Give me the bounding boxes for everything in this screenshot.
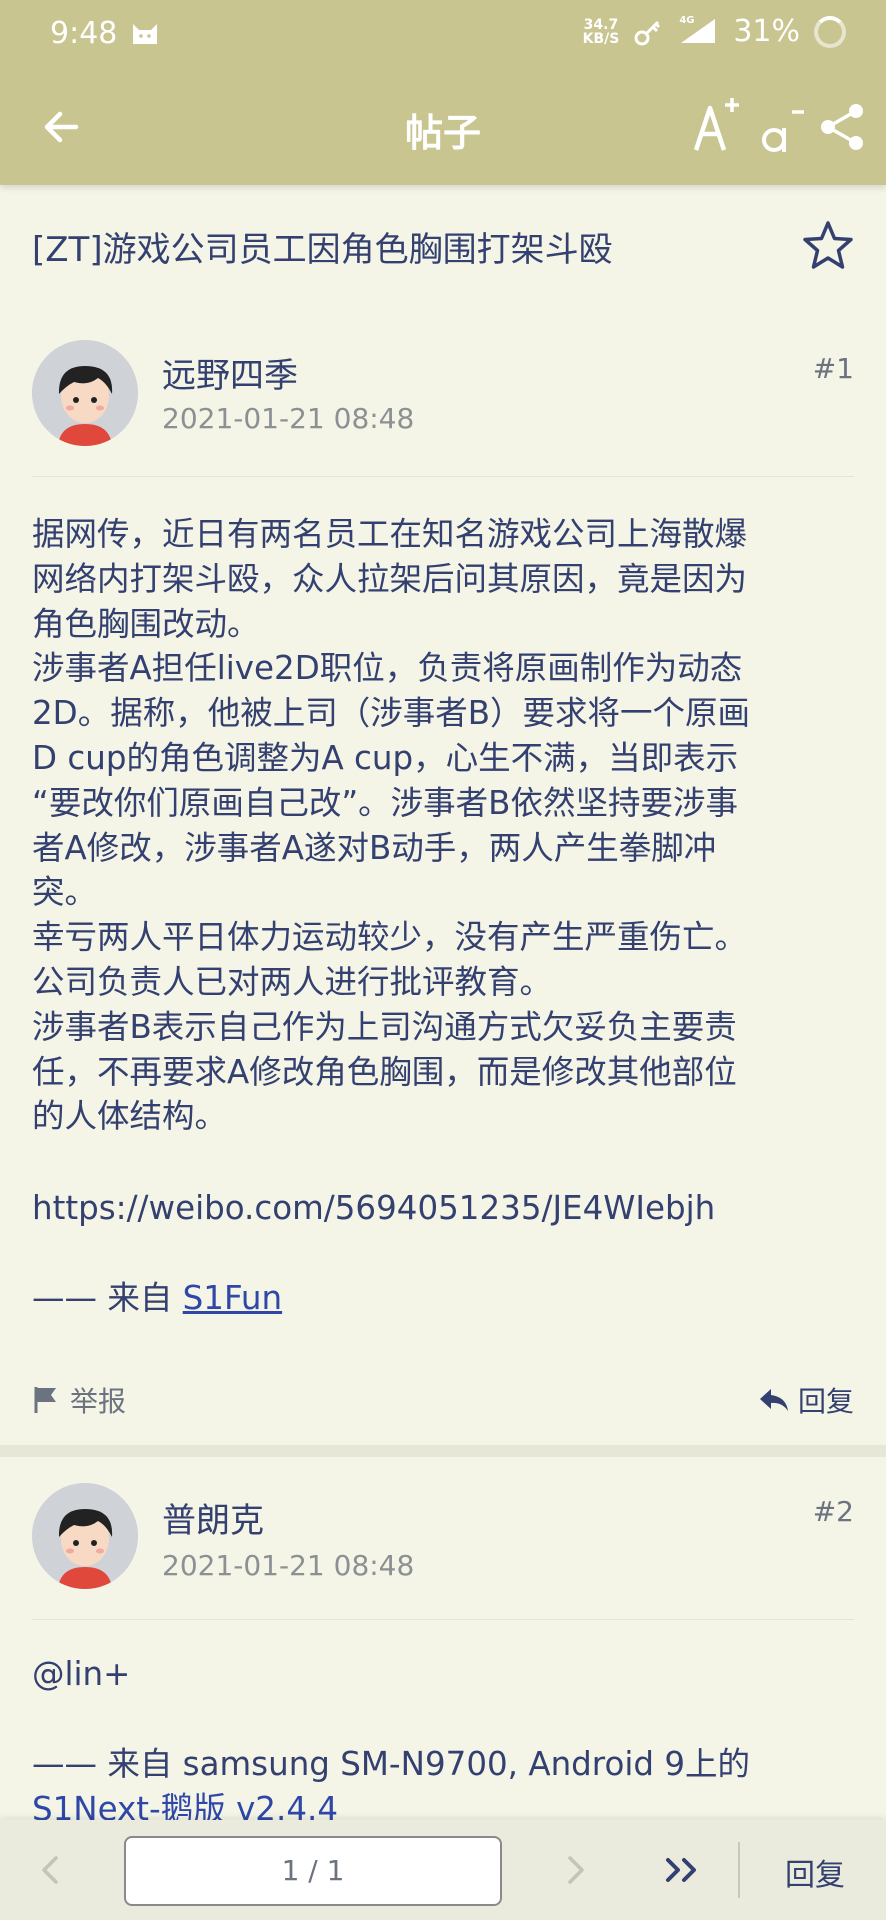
post-separator [0, 1445, 886, 1457]
flag-icon [34, 1387, 56, 1413]
avatar[interactable] [32, 340, 138, 446]
avatar[interactable] [32, 1483, 138, 1589]
post-divider [32, 1619, 854, 1620]
post-date: 2021-01-21 08:48 [162, 1549, 415, 1582]
last-page-icon[interactable] [660, 1848, 706, 1892]
page-input[interactable]: 1 / 1 [124, 1836, 502, 1906]
author-name[interactable]: 普朗克 [162, 1493, 264, 1542]
status-bar: 9:48 34.7 KB/S 4G 31% [0, 0, 886, 66]
battery-ring-icon [814, 15, 846, 48]
post-link[interactable]: https://weibo.com/5694051235/JE4WIebjh [32, 1186, 858, 1231]
signature-prefix: —— 来自 samsung SM-N9700, Android 9上的 [32, 1745, 750, 1783]
post-divider [32, 476, 854, 477]
battery-level: 31% [733, 14, 800, 49]
share-icon[interactable] [818, 102, 866, 152]
report-label: 举报 [70, 1385, 127, 1418]
post-date: 2021-01-21 08:48 [162, 402, 415, 435]
net-speed-unit: KB/S [582, 30, 620, 47]
floor-number: #1 [812, 352, 854, 385]
key-icon [634, 20, 661, 45]
bottom-reply-button[interactable]: 回复 [760, 1850, 870, 1894]
author-name[interactable]: 远野四季 [162, 348, 298, 397]
signal-icon: 4G [677, 15, 719, 47]
floor-number: #2 [812, 1495, 854, 1528]
cat-icon [133, 24, 157, 44]
star-outline-icon[interactable] [800, 218, 856, 274]
post-body: 据网传，近日有两名员工在知名游戏公司上海散爆 网络内打架斗殴，众人拉架后问其原因… [32, 515, 750, 1136]
post-signature: —— 来自 S1Fun [32, 1276, 858, 1321]
reply-button[interactable]: 回复 [758, 1380, 854, 1420]
font-increase-icon[interactable] [692, 94, 744, 154]
status-icons: 34.7 KB/S 4G 31% [583, 14, 846, 49]
app-bar: 帖子 [0, 66, 886, 185]
reply-label: 回复 [797, 1385, 854, 1418]
post-body: @lin+ [32, 1655, 131, 1693]
thread-title: [ZT]游戏公司员工因角色胸围打架斗殴 [32, 230, 613, 270]
net-speed-value: 34.7 [583, 16, 619, 33]
prev-page-icon[interactable] [30, 1848, 70, 1892]
report-button[interactable]: 举报 [32, 1380, 126, 1420]
signature-prefix: —— 来自 [32, 1279, 183, 1317]
post-signature: —— 来自 samsung SM-N9700, Android 9上的 S1Nex… [32, 1742, 858, 1832]
page-title: 帖子 [404, 111, 481, 155]
status-time: 9:48 [50, 16, 118, 51]
pager-divider [738, 1842, 740, 1898]
next-page-icon[interactable] [556, 1848, 596, 1892]
post-card: 远野四季 2021-01-21 08:48 #1 据网传，近日有两名员工在知名游… [0, 310, 886, 1445]
signature-link[interactable]: S1Fun [183, 1279, 282, 1317]
post-card: 普朗克 2021-01-21 08:48 #2 @lin+ —— 来自 sams… [0, 1457, 886, 1828]
top-bar: 9:48 34.7 KB/S 4G 31% 帖子 [0, 0, 886, 185]
font-decrease-icon[interactable] [758, 100, 806, 156]
reply-icon [759, 1389, 788, 1411]
pager-bar: 1 / 1 回复 [0, 1820, 886, 1920]
net-speed: 34.7 KB/S [583, 18, 620, 46]
